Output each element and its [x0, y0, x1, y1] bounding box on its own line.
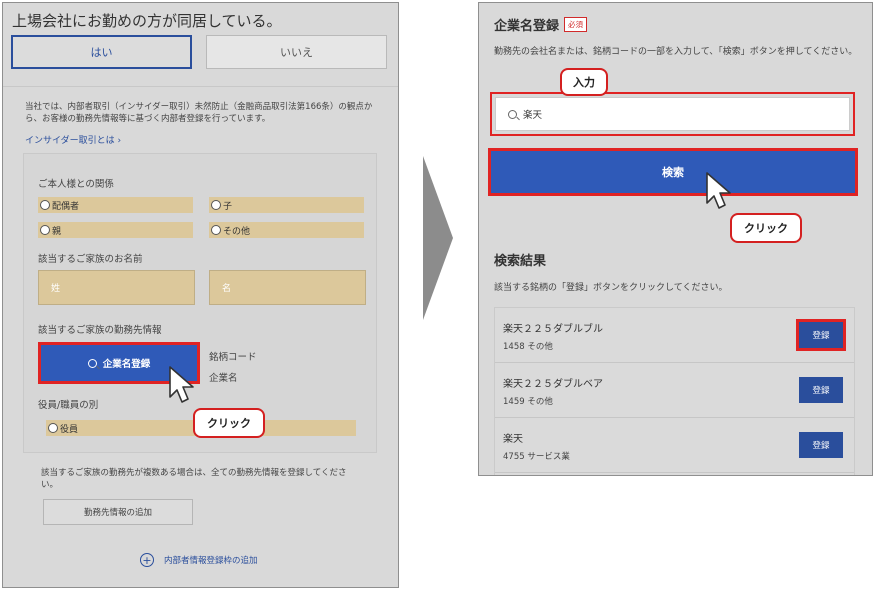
list-item: 楽天２２５ダブルベア 1459 その他 登録 — [495, 363, 854, 418]
left-panel: 上場会社にお勤めの方が同居している。 はい いいえ 当社では、内部者取引（インサ… — [2, 2, 399, 588]
click-callout-right: クリック — [730, 213, 802, 243]
chevron-right-icon: › — [117, 136, 122, 146]
next-step-arrow-icon — [423, 156, 453, 320]
search-instruction: 勤務先の会社名または、銘柄コードの一部を入力して、「検索」ボタンを押してください… — [494, 47, 858, 57]
results-title: 検索結果 — [494, 254, 547, 269]
radio-icon — [40, 225, 50, 235]
radio-icon — [211, 225, 221, 235]
option-spouse[interactable]: 配偶者 — [38, 197, 193, 213]
required-badge: 必須 — [564, 17, 588, 32]
option-label: 子 — [223, 201, 233, 212]
radio-icon — [48, 423, 58, 433]
option-other[interactable]: その他 — [209, 222, 364, 238]
search-input-value: 楽天 — [523, 110, 543, 121]
family-name-label: 該当するご家族のお名前 — [38, 254, 143, 265]
register-button[interactable]: 登録 — [799, 432, 843, 458]
cursor-arrow-icon — [706, 172, 731, 209]
insider-link[interactable]: インサイダー取引とは › — [25, 133, 121, 146]
results-list: 楽天２２５ダブルブル 1458 その他 登録 楽天２２５ダブルベア 1459 そ… — [494, 307, 855, 475]
search-icon — [87, 358, 97, 368]
company-register-title: 企業名登録 必須 — [494, 15, 588, 34]
option-label: 親 — [52, 226, 62, 237]
register-button[interactable]: 登録 — [799, 377, 843, 403]
search-input[interactable]: 楽天 — [495, 97, 850, 131]
search-field-frame: 楽天 — [490, 92, 855, 136]
option-parent[interactable]: 親 — [38, 222, 193, 238]
title-text: 企業名登録 — [494, 19, 560, 34]
plus-icon: + — [140, 553, 154, 567]
click-callout-left: クリック — [193, 408, 265, 438]
option-label: 配偶者 — [52, 201, 80, 212]
yes-button[interactable]: はい — [11, 35, 192, 69]
cohabitant-question: 上場会社にお勤めの方が同居している。 — [12, 12, 282, 30]
list-item: 楽天 4755 サービス業 登録 — [495, 418, 854, 473]
cursor-arrow-icon — [169, 366, 194, 403]
add-workplace-button[interactable]: 勤務先情報の追加 — [43, 499, 193, 525]
brand-code-label: 銘柄コード — [209, 352, 257, 363]
result-code: 4755 サービス業 — [503, 452, 570, 462]
input-callout: 入力 — [560, 68, 608, 96]
option-label: 役員 — [60, 424, 79, 435]
option-child[interactable]: 子 — [209, 197, 364, 213]
radio-icon — [211, 200, 221, 210]
position-label: 役員/職員の別 — [38, 400, 99, 411]
list-item: 楽天２２５ダブルブル 1458 その他 登録 — [495, 308, 854, 363]
first-name-input[interactable]: 名 — [209, 270, 366, 305]
result-code: 1459 その他 — [503, 397, 553, 407]
result-name: 楽天２２５ダブルブル — [503, 324, 603, 335]
result-name: 楽天 — [503, 434, 523, 445]
last-name-input[interactable]: 姓 — [38, 270, 195, 305]
insider-note: 当社では、内部者取引（インサイダー取引）未然防止（金融商品取引法第166条）の観… — [25, 102, 373, 124]
right-panel: 企業名登録 必須 勤務先の会社名または、銘柄コードの一部を入力して、「検索」ボタ… — [478, 2, 873, 476]
result-name: 楽天２２５ダブルベア — [503, 379, 603, 390]
results-instruction: 該当する銘柄の「登録」ボタンをクリックしてください。 — [494, 283, 728, 293]
multi-workplace-note: 該当するご家族の勤務先が複数ある場合は、全ての勤務先情報を登録してください。 — [41, 468, 347, 490]
option-label: その他 — [223, 226, 251, 237]
divider — [3, 86, 398, 87]
search-button[interactable]: 検索 — [488, 148, 858, 196]
register-button[interactable]: 登録 — [796, 319, 846, 351]
company-name-label: 企業名 — [209, 373, 238, 384]
company-register-label: 企業名登録 — [102, 359, 151, 370]
workplace-label: 該当するご家族の勤務先情報 — [38, 325, 162, 336]
radio-icon — [40, 200, 50, 210]
relation-label: ご本人様との関係 — [38, 179, 114, 190]
add-frame-label: 内部者情報登録枠の追加 — [164, 556, 258, 566]
search-icon — [508, 109, 517, 119]
no-button[interactable]: いいえ — [206, 35, 387, 69]
result-code: 1458 その他 — [503, 342, 553, 352]
add-frame-link[interactable]: + 内部者情報登録枠の追加 — [140, 553, 258, 567]
insider-link-text: インサイダー取引とは — [25, 136, 115, 146]
